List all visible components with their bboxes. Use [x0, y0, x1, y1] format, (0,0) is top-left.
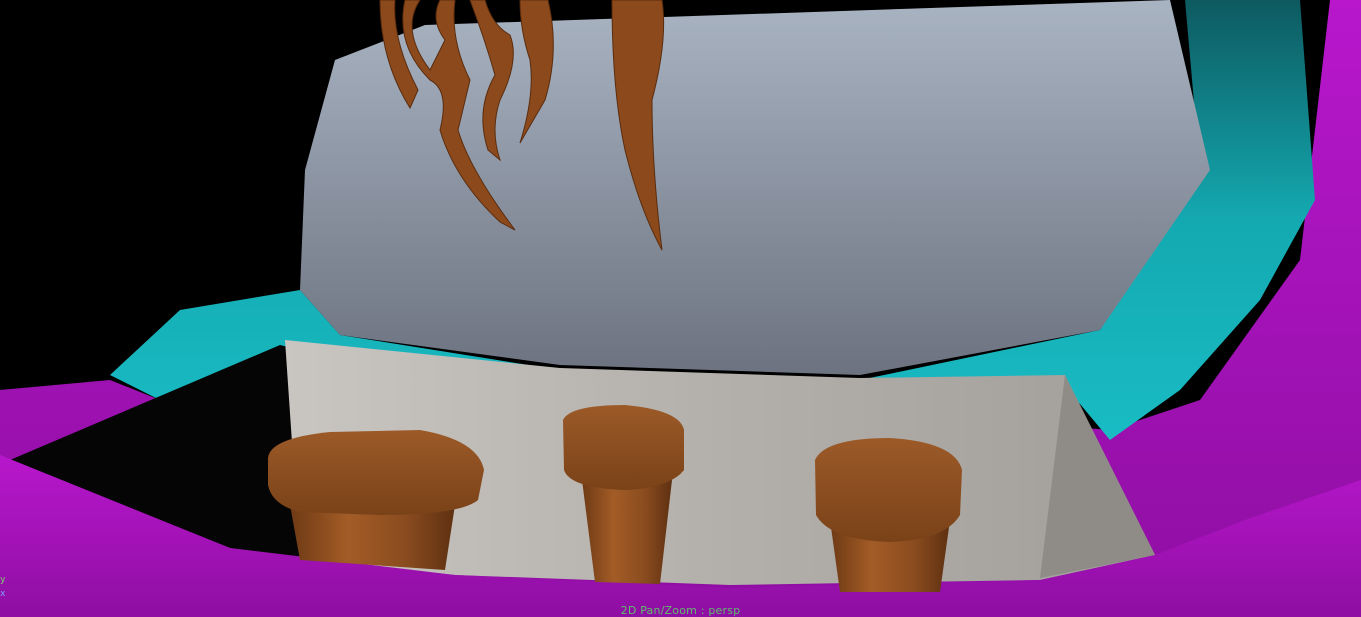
viewport-hud-text: 2D Pan/Zoom : persp — [620, 604, 741, 617]
3d-viewport[interactable]: y x 2D Pan/Zoom : persp — [0, 0, 1361, 617]
axis-x-label: x — [0, 589, 6, 599]
axis-y-label: y — [0, 575, 6, 585]
wood-stump-right — [815, 438, 962, 592]
scene-render — [0, 0, 1361, 617]
